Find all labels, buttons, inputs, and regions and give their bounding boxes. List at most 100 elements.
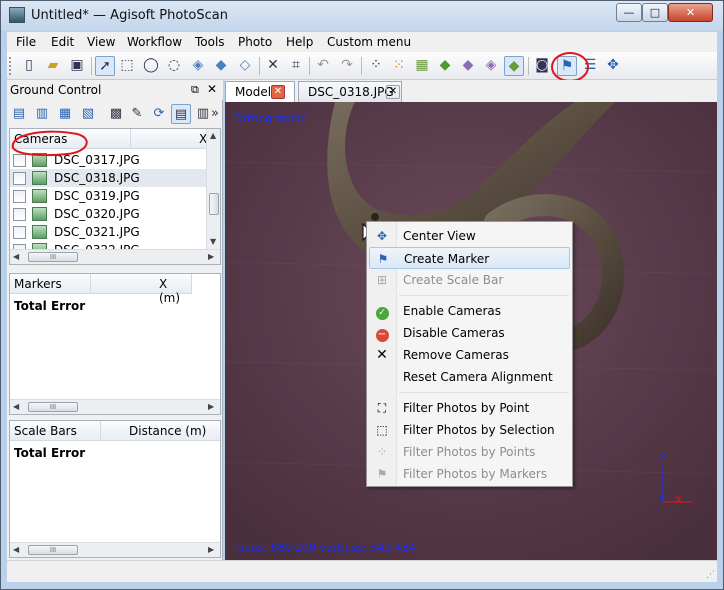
resize-grip-icon[interactable]: ⋰ [706, 570, 715, 580]
menu-item-remove-cameras[interactable]: ✕ Remove Cameras [369, 344, 570, 366]
menu-item-filter-by-points[interactable]: ⁘ Filter Photos by Points [369, 441, 570, 463]
scroll-right-icon[interactable]: ▶ [208, 545, 214, 554]
update-icon[interactable]: ⟳ [149, 104, 169, 124]
wand-icon[interactable]: ✎ [127, 104, 147, 124]
reset-view-icon[interactable]: ✥ [603, 56, 623, 76]
menu-item-center-view[interactable]: ✥ Center View [369, 225, 570, 247]
toolbar-separator [528, 57, 529, 75]
markers-horizontal-scrollbar[interactable]: ◀ III ▶ [10, 399, 220, 414]
redo-icon[interactable]: ↷ [337, 56, 357, 76]
menu-tools[interactable]: Tools [195, 35, 225, 49]
textured-icon[interactable]: ◆ [504, 56, 524, 76]
title-bar[interactable]: Untitled* — Agisoft PhotoScan — □ ✕ [1, 1, 723, 31]
scroll-down-icon[interactable]: ▼ [210, 237, 216, 246]
list-item[interactable]: DSC_0321.JPG [10, 223, 206, 241]
axis-x-label: X [675, 495, 682, 506]
tab-dsc-0318[interactable]: DSC_0318.JPG ✕ [298, 81, 402, 102]
import-markers-icon[interactable]: ▦ [55, 104, 75, 124]
camera-checkbox[interactable] [13, 190, 26, 203]
menu-item-create-marker[interactable]: ⚑ Create Marker [369, 247, 570, 269]
scroll-right-icon[interactable]: ▶ [208, 252, 214, 261]
scroll-thumb[interactable]: III [28, 402, 78, 412]
menu-item-reset-camera-alignment[interactable]: Reset Camera Alignment [369, 366, 570, 388]
menu-item-disable-cameras[interactable]: − Disable Cameras [369, 322, 570, 344]
cameras-horizontal-scrollbar[interactable]: ◀ III ▶ [10, 249, 220, 264]
menu-item-filter-by-point[interactable]: ⛶ Filter Photos by Point [369, 397, 570, 419]
toolbar-grip[interactable] [9, 57, 12, 75]
camera-checkbox[interactable] [13, 172, 26, 185]
move-region-icon[interactable]: ◈ [188, 56, 208, 76]
toolbar-separator [91, 57, 92, 75]
menu-item-create-scale-bar[interactable]: ⊞ Create Scale Bar [369, 269, 570, 291]
list-item[interactable]: DSC_0320.JPG [10, 205, 206, 223]
markers-column-header[interactable]: Markers [10, 274, 91, 294]
select-icon[interactable]: ➚ [95, 56, 115, 76]
camera-checkbox[interactable] [13, 226, 26, 239]
scale-bars-distance-column-header[interactable]: Distance (m) [101, 421, 220, 441]
float-panel-icon[interactable]: ⧉ [191, 83, 199, 97]
menu-item-filter-by-selection[interactable]: ⬚ Filter Photos by Selection [369, 419, 570, 441]
scroll-up-icon[interactable]: ▲ [210, 131, 216, 140]
close-tab-icon[interactable]: ✕ [271, 85, 285, 99]
panel-title-bar[interactable]: Ground Control ⧉ ✕ [7, 80, 223, 100]
export-icon[interactable]: ▥ [32, 104, 52, 124]
point-cloud-icon[interactable]: ▦ [412, 56, 432, 76]
close-tab-icon[interactable]: ✕ [386, 85, 400, 99]
new-icon[interactable]: ▯ [19, 56, 39, 76]
import-icon[interactable]: ▤ [9, 104, 29, 124]
cameras-grid-icon[interactable]: ⁘ [366, 56, 386, 76]
scale-bars-column-header[interactable]: Scale Bars [10, 421, 101, 441]
cameras-vertical-scrollbar[interactable]: ▲ ▼ [206, 129, 220, 249]
rect-select-icon[interactable]: ⬚ [117, 56, 137, 76]
scroll-left-icon[interactable]: ◀ [13, 252, 19, 261]
scroll-thumb[interactable]: III [28, 252, 78, 262]
scale-bars-horizontal-scrollbar[interactable]: ◀ III ▶ [10, 542, 220, 557]
scroll-left-icon[interactable]: ◀ [13, 545, 19, 554]
undo-icon[interactable]: ↶ [313, 56, 333, 76]
menu-file[interactable]: File [16, 35, 36, 49]
menu-item-filter-by-markers[interactable]: ⚑ Filter Photos by Markers [369, 463, 570, 485]
close-panel-icon[interactable]: ✕ [207, 82, 217, 96]
circle-select-icon[interactable]: ◯ [141, 56, 161, 76]
menu-photo[interactable]: Photo [238, 35, 272, 49]
toolbar-separator [361, 57, 362, 75]
list-item[interactable]: DSC_0319.JPG [10, 187, 206, 205]
view-source-icon[interactable]: ▤ [171, 104, 191, 124]
minimize-button[interactable]: — [616, 3, 642, 22]
menu-view[interactable]: View [87, 35, 115, 49]
export-markers-icon[interactable]: ▧ [78, 104, 98, 124]
list-item[interactable]: DSC_0318.JPG [10, 169, 206, 187]
crop-icon[interactable]: ⌗ [286, 56, 306, 76]
tab-model[interactable]: Model ✕ [225, 81, 295, 102]
menu-workflow[interactable]: Workflow [127, 35, 182, 49]
calculator-icon[interactable]: ▩ [106, 104, 126, 124]
rotate-region-icon[interactable]: ◆ [211, 56, 231, 76]
markers-list: Markers X (m) Total Error ◀ III ▶ [9, 273, 221, 415]
status-bar: ⋰ [7, 560, 717, 582]
shaded-icon[interactable]: ◆ [435, 56, 455, 76]
close-button[interactable]: ✕ [668, 3, 713, 22]
menu-custom[interactable]: Custom menu [327, 35, 411, 49]
tab-model-label: Model [235, 85, 272, 99]
scroll-left-icon[interactable]: ◀ [13, 402, 19, 411]
solid-icon[interactable]: ◆ [458, 56, 478, 76]
menu-edit[interactable]: Edit [51, 35, 74, 49]
open-icon[interactable]: ▰ [43, 56, 63, 76]
menu-item-enable-cameras[interactable]: ✓ Enable Cameras [369, 300, 570, 322]
wireframe-icon[interactable]: ◈ [481, 56, 501, 76]
menu-help[interactable]: Help [286, 35, 313, 49]
more-chevron-icon[interactable]: » [209, 104, 221, 124]
delete-icon[interactable]: ✕ [263, 56, 283, 76]
resize-region-icon[interactable]: ◇ [235, 56, 255, 76]
color-grid-icon[interactable]: ⁙ [389, 56, 409, 76]
markers-x-column-header[interactable]: X (m) [91, 274, 192, 305]
save-icon[interactable]: ▣ [67, 56, 87, 76]
free-select-icon[interactable]: ◌ [164, 56, 184, 76]
camera-checkbox[interactable] [13, 208, 26, 221]
scroll-right-icon[interactable]: ▶ [208, 402, 214, 411]
mesh-stats: faces: 680 200 vertices: 341 434 [234, 541, 416, 554]
scroll-thumb[interactable] [209, 193, 219, 215]
scroll-thumb[interactable]: III [28, 545, 78, 555]
maximize-button[interactable]: □ [642, 3, 668, 22]
markers-total-error: Total Error [10, 297, 206, 315]
